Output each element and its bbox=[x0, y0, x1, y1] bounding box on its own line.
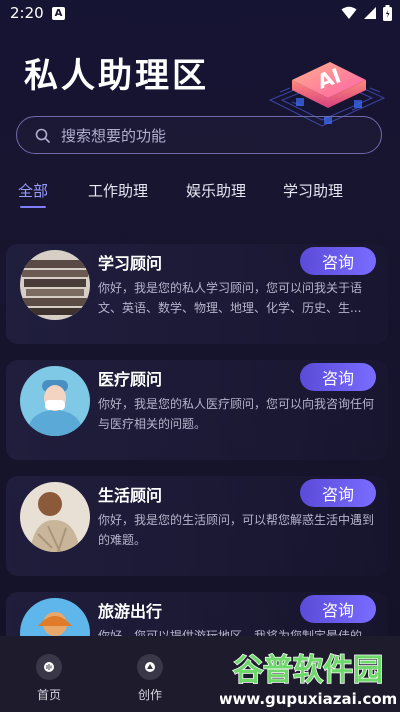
tab-study[interactable]: 学习助理 bbox=[283, 180, 343, 201]
active-tab-indicator bbox=[20, 206, 46, 208]
card-title: 旅游出行 bbox=[98, 602, 163, 621]
consult-button[interactable]: 咨询 bbox=[300, 479, 376, 507]
avatar bbox=[20, 366, 90, 436]
card-description: 你好，我是您的私人医疗顾问，您可以向我咨询任何与医疗相关的问题。 bbox=[98, 397, 375, 431]
create-icon bbox=[137, 654, 163, 680]
nav-home[interactable]: 首页 bbox=[19, 654, 79, 703]
home-icon bbox=[36, 654, 62, 680]
nav-create-label: 创作 bbox=[137, 688, 162, 702]
tab-entertainment[interactable]: 娱乐助理 bbox=[186, 180, 246, 201]
search-icon bbox=[35, 128, 50, 143]
nav-home-label: 首页 bbox=[36, 688, 61, 702]
status-time: 2:20 bbox=[10, 4, 44, 22]
watermark-cn: 谷普软件园 bbox=[233, 653, 383, 688]
status-bar: 2:20 A bbox=[0, 0, 400, 28]
watermark-logo: 谷普软件园 www.gupuxiazai.com bbox=[220, 652, 396, 708]
card-title: 医疗顾问 bbox=[98, 370, 163, 389]
avatar bbox=[20, 482, 90, 552]
nav-create[interactable]: 创作 bbox=[120, 654, 180, 703]
page-title: 私人助理区 bbox=[24, 56, 209, 96]
tab-all[interactable]: 全部 bbox=[18, 180, 48, 201]
consult-button[interactable]: 咨询 bbox=[300, 363, 376, 391]
tab-work[interactable]: 工作助理 bbox=[88, 180, 148, 201]
card-description: 你好，我是您的生活顾问，可以帮您解惑生活中遇到的难题。 bbox=[98, 513, 375, 547]
card-title: 学习顾问 bbox=[98, 254, 163, 273]
card-title: 生活顾问 bbox=[98, 486, 163, 505]
card-description: 你好，我是您的私人学习顾问，您可以问我关于语文、英语、数学、物理、地理、化学、历… bbox=[98, 281, 363, 315]
advisor-card-study[interactable]: 学习顾问 咨询 你好，我是您的私人学习顾问，您可以问我关于语文、英语、数学、物理… bbox=[6, 244, 388, 344]
search-bar[interactable] bbox=[16, 116, 382, 154]
watermark-url: www.gupuxiazai.com bbox=[220, 690, 396, 708]
signal-icon bbox=[364, 7, 376, 19]
notification-badge-icon: A bbox=[52, 7, 65, 20]
consult-button[interactable]: 咨询 bbox=[300, 595, 376, 623]
avatar bbox=[20, 250, 90, 320]
consult-button[interactable]: 咨询 bbox=[300, 247, 376, 275]
advisor-card-life[interactable]: 生活顾问 咨询 你好，我是您的生活顾问，可以帮您解惑生活中遇到的难题。 bbox=[6, 476, 388, 576]
wifi-icon bbox=[341, 6, 357, 19]
status-icons bbox=[341, 5, 392, 21]
battery-icon bbox=[383, 5, 392, 21]
search-input[interactable] bbox=[59, 121, 363, 151]
advisor-card-medical[interactable]: 医疗顾问 咨询 你好，我是您的私人医疗顾问，您可以向我咨询任何与医疗相关的问题。 bbox=[6, 360, 388, 460]
